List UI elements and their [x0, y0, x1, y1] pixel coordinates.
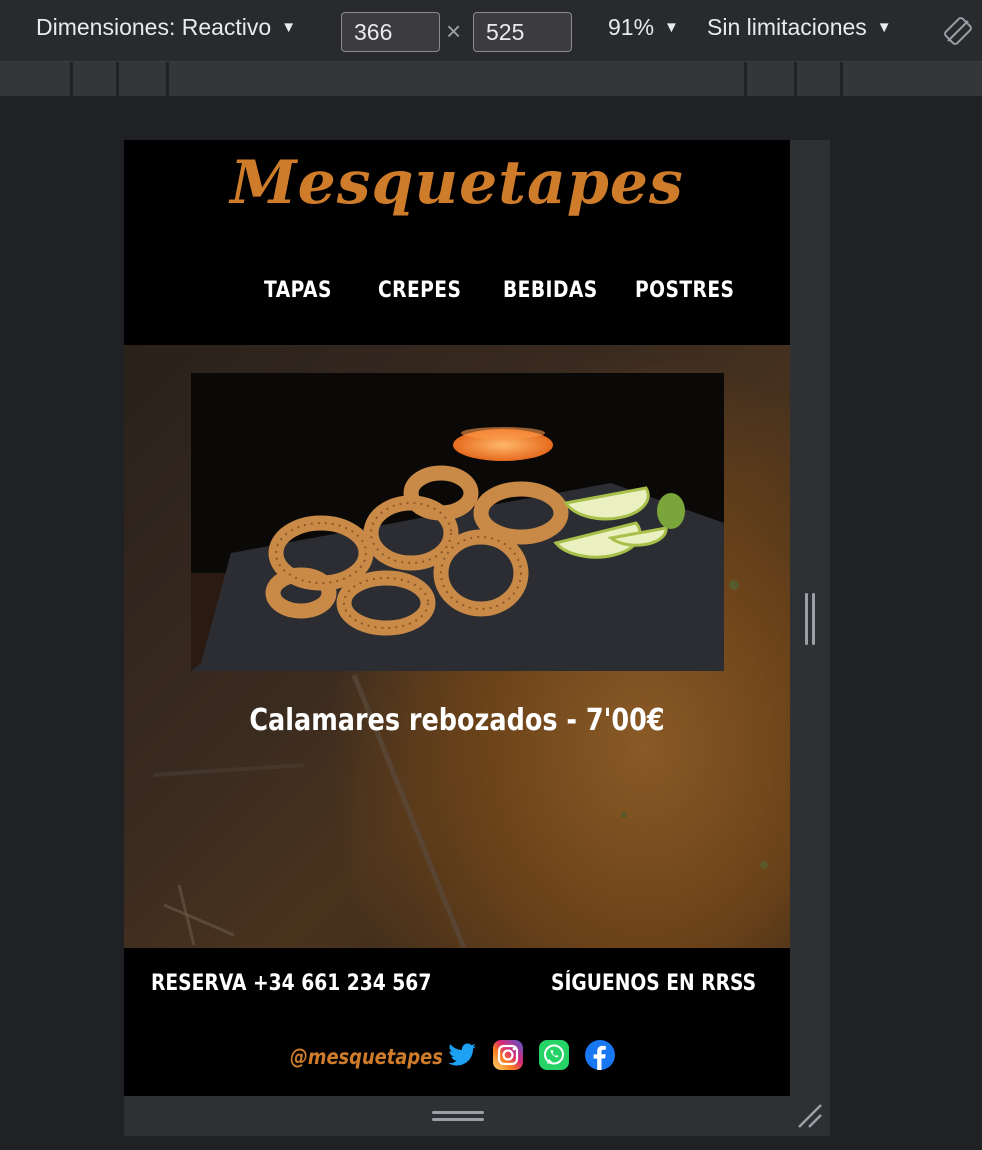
resize-corner-icon[interactable]	[796, 1102, 824, 1130]
reservation-phone[interactable]: RESERVA +34 661 234 567	[151, 971, 431, 996]
hero-section: Calamares rebozados - 7'00€	[124, 345, 790, 948]
media-query-bar[interactable]	[0, 62, 982, 96]
devtools-toolbar: Dimensiones: Reactivo ▼ 366 × 525 91% ▼ …	[0, 0, 982, 62]
zoom-label: 91%	[608, 14, 655, 40]
height-input[interactable]: 525	[473, 12, 572, 52]
dish-caption: Calamares rebozados - 7'00€	[249, 703, 665, 738]
ruler-divider	[116, 62, 119, 96]
throttling-dropdown[interactable]: Sin limitaciones ▼	[707, 14, 892, 41]
twitter-icon[interactable]	[446, 1039, 478, 1071]
throttling-label: Sin limitaciones	[707, 14, 867, 40]
dimensions-label: Dimensiones: Reactivo	[36, 14, 272, 40]
ruler-divider	[794, 62, 797, 96]
site-logo[interactable]: Mesquetapes	[124, 148, 790, 218]
ruler-divider	[744, 62, 747, 96]
chevron-down-icon: ▼	[876, 19, 892, 36]
calamari-image	[191, 373, 724, 671]
nav-item-crepes[interactable]: CREPES	[378, 278, 461, 303]
follow-us-heading: SÍGUENOS EN RRSS	[551, 971, 757, 996]
nav-item-bebidas[interactable]: BEBIDAS	[503, 278, 598, 303]
chevron-down-icon: ▼	[281, 19, 297, 36]
ruler-divider	[70, 62, 73, 96]
social-handle[interactable]: @mesquetapes	[290, 1045, 443, 1069]
site-footer: RESERVA +34 661 234 567 SÍGUENOS EN RRSS…	[124, 948, 790, 1096]
chevron-down-icon: ▼	[664, 19, 679, 36]
dimensions-dropdown[interactable]: Dimensiones: Reactivo ▼	[36, 14, 296, 41]
emulated-viewport: Mesquetapes TAPAS CREPES BEBIDAS POSTRES	[124, 140, 790, 1096]
whatsapp-icon[interactable]	[538, 1039, 570, 1071]
instagram-icon[interactable]	[492, 1039, 524, 1071]
site-header: Mesquetapes TAPAS CREPES BEBIDAS POSTRES	[124, 140, 790, 345]
dish-photo	[191, 373, 724, 671]
ruler-divider	[840, 62, 843, 96]
facebook-icon[interactable]	[584, 1039, 616, 1071]
ruler-divider	[166, 62, 169, 96]
times-icon: ×	[446, 16, 462, 46]
width-input[interactable]: 366	[341, 12, 440, 52]
resize-handle-bottom[interactable]	[432, 1111, 484, 1123]
resize-handle-right[interactable]	[803, 593, 817, 645]
nav-item-tapas[interactable]: TAPAS	[264, 278, 332, 303]
zoom-dropdown[interactable]: 91% ▼	[608, 14, 679, 41]
main-nav: TAPAS CREPES BEBIDAS POSTRES	[264, 278, 734, 314]
nav-item-postres[interactable]: POSTRES	[635, 278, 734, 303]
rotate-icon[interactable]	[943, 16, 973, 46]
